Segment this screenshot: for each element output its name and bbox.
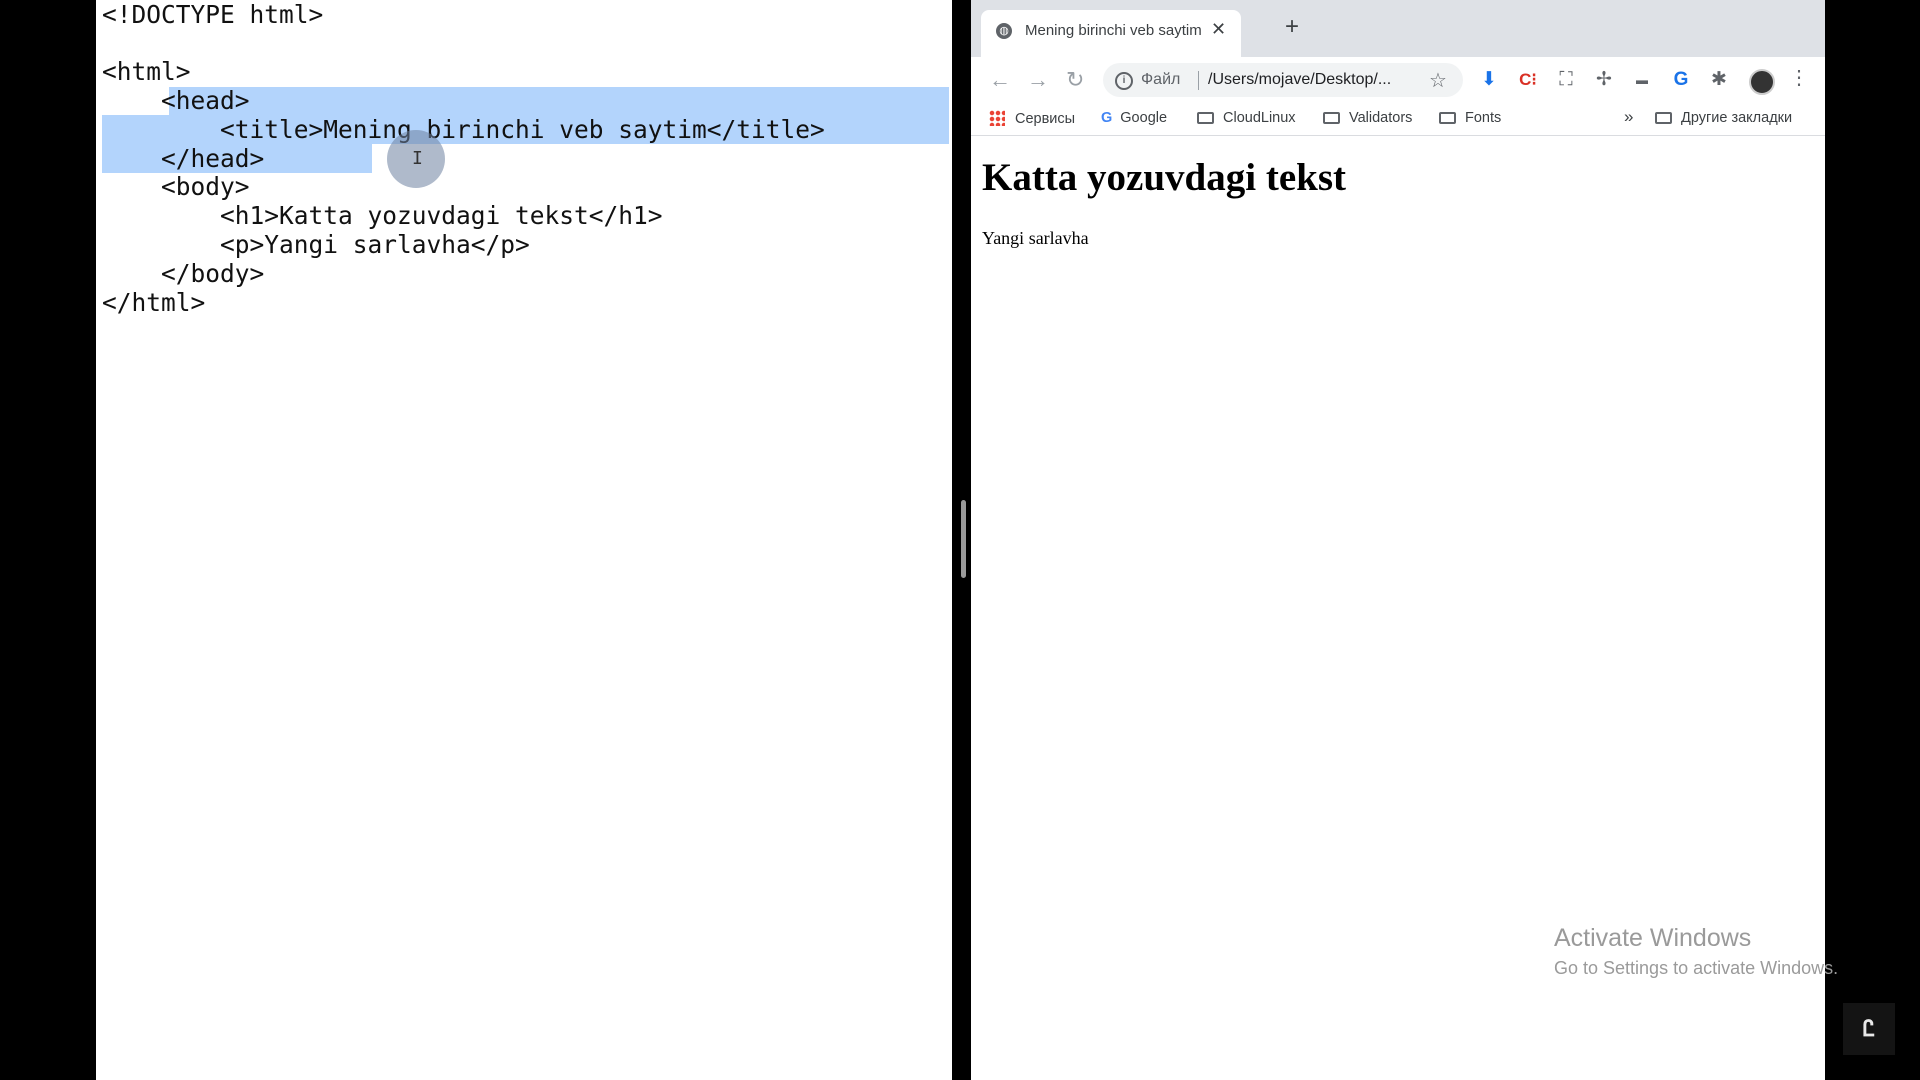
screenshot-icon[interactable]: ⛶ xyxy=(1553,67,1579,93)
tab-active[interactable]: ◍ Mening birinchi veb saytim ✕ xyxy=(981,10,1241,57)
profile-avatar[interactable] xyxy=(1749,69,1775,95)
code-editor[interactable]: <!DOCTYPE html> <html> <head> <title>Men… xyxy=(96,0,952,1080)
extension-c-icon[interactable]: C⁝ xyxy=(1515,67,1541,93)
forward-button[interactable]: → xyxy=(1027,68,1049,92)
code-line[interactable]: </body> xyxy=(102,259,264,288)
activate-windows-title: Activate Windows xyxy=(1554,924,1752,952)
info-icon[interactable]: i xyxy=(1115,72,1133,90)
code-line[interactable]: <h1>Katta yozuvdagi tekst</h1> xyxy=(102,201,663,230)
scheme-label: Файл xyxy=(1141,71,1181,88)
ruler-icon[interactable]: ✢ xyxy=(1591,67,1617,93)
divider-handle[interactable] xyxy=(961,500,966,578)
globe-icon: ◍ xyxy=(996,23,1012,39)
back-button[interactable]: ← xyxy=(989,68,1011,92)
bookmark-folder-fonts[interactable]: Fonts xyxy=(1439,110,1501,126)
bookmark-label: Другие закладки xyxy=(1681,110,1793,126)
bookmark-label: CloudLinux xyxy=(1223,110,1296,126)
code-line[interactable]: <!DOCTYPE html> xyxy=(102,0,323,29)
bookmark-folder-validators[interactable]: Validators xyxy=(1323,110,1412,126)
bookmark-apps[interactable]: Сервисы xyxy=(989,110,1075,127)
code-line[interactable]: <p>Yangi sarlavha</p> xyxy=(102,230,530,259)
close-icon[interactable]: ✕ xyxy=(1211,19,1226,40)
bookmarks-overflow-button[interactable]: » xyxy=(1624,107,1633,127)
folder-icon xyxy=(1197,112,1214,124)
google-icon: G xyxy=(1101,110,1113,126)
bookmark-label: Fonts xyxy=(1465,110,1502,126)
text-cursor-icon: I xyxy=(412,148,423,169)
address-bar[interactable]: i Файл /Users/mojave/Desktop/... ☆ xyxy=(1103,63,1463,97)
reload-button[interactable]: ↻ xyxy=(1066,68,1084,92)
bookmark-other[interactable]: Другие закладки xyxy=(1655,110,1792,126)
puzzle-icon[interactable]: ✱ xyxy=(1706,67,1732,93)
page-heading: Katta yozuvdagi tekst xyxy=(982,156,1346,199)
omnibox-divider xyxy=(1198,71,1199,90)
page-paragraph: Yangi sarlavha xyxy=(982,228,1089,248)
code-line[interactable]: <head> xyxy=(102,86,250,115)
tab-strip: ◍ Mening birinchi veb saytim ✕ + xyxy=(971,0,1825,57)
code-line[interactable]: <title>Mening birinchi veb saytim</title… xyxy=(102,115,825,144)
selection-highlight xyxy=(169,87,949,115)
bookmark-label: Google xyxy=(1120,110,1168,126)
folder-icon xyxy=(1655,112,1672,124)
download-icon[interactable]: ⬇ xyxy=(1476,67,1502,93)
code-line[interactable]: <body> xyxy=(102,172,250,201)
bookmark-label: Сервисы xyxy=(1015,111,1076,127)
extension-bar-icon[interactable]: ▬ xyxy=(1629,67,1655,93)
bookmarks-bar: Сервисы G Google CloudLinux Validators Fo… xyxy=(971,105,1825,136)
activate-windows-subtitle: Go to Settings to activate Windows. xyxy=(1554,958,1839,978)
tab-title: Mening birinchi veb saytim xyxy=(1025,22,1202,39)
bookmark-google[interactable]: G Google xyxy=(1101,110,1167,126)
code-line[interactable]: </html> xyxy=(102,288,205,317)
browser-window: ◍ Mening birinchi veb saytim ✕ + ← → ↻ i… xyxy=(971,0,1825,1080)
url-text[interactable]: /Users/mojave/Desktop/... xyxy=(1208,71,1391,89)
folder-icon xyxy=(1439,112,1456,124)
bookmark-star-icon[interactable]: ☆ xyxy=(1429,68,1447,93)
code-line[interactable]: <html> xyxy=(102,57,191,86)
apps-grid-icon xyxy=(989,110,1005,126)
menu-icon[interactable]: ⋮ xyxy=(1789,65,1809,90)
code-line[interactable]: </head> xyxy=(102,144,264,173)
bookmark-folder-cloudlinux[interactable]: CloudLinux xyxy=(1197,110,1296,126)
channel-logo: Ꮭ xyxy=(1843,1003,1895,1055)
translate-icon[interactable]: G xyxy=(1668,67,1694,93)
new-tab-button[interactable]: + xyxy=(1285,14,1299,40)
browser-toolbar: ← → ↻ i Файл /Users/mojave/Desktop/... ☆… xyxy=(971,57,1825,105)
bookmark-label: Validators xyxy=(1349,110,1413,126)
folder-icon xyxy=(1323,112,1340,124)
